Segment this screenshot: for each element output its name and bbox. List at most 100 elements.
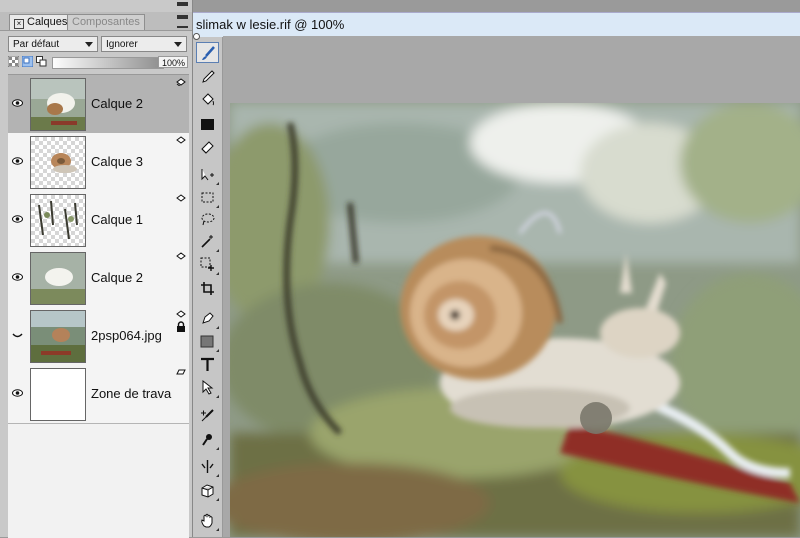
chevron-down-icon bbox=[174, 42, 182, 47]
dropper-tool[interactable] bbox=[196, 66, 219, 87]
layer-type-icon bbox=[176, 78, 186, 86]
layer-row[interactable]: Calque 2 bbox=[8, 249, 189, 308]
magic-wand-icon bbox=[201, 235, 213, 248]
layer-name: Zone de trava bbox=[91, 386, 172, 401]
paint-bucket-tool[interactable] bbox=[196, 90, 219, 111]
layer-type-icon bbox=[176, 136, 186, 144]
divine-proportion-tool[interactable] bbox=[196, 480, 219, 501]
submenu-indicator bbox=[216, 528, 219, 531]
layer-name: Calque 2 bbox=[91, 270, 144, 285]
layer-name: Calque 1 bbox=[91, 212, 144, 227]
mirror-icon bbox=[201, 460, 214, 473]
layer-thumbnail bbox=[30, 78, 86, 131]
crop-icon bbox=[201, 282, 214, 295]
layer-row[interactable]: 2psp064.jpg bbox=[8, 307, 189, 366]
image-layer-icon bbox=[176, 310, 186, 318]
layer-thumbnail bbox=[30, 368, 86, 421]
tab-layers-label: Calques bbox=[27, 16, 68, 28]
opacity-slider[interactable] bbox=[52, 57, 164, 69]
layers-panel: × Calques Composantes Par défaut Ignorer … bbox=[0, 0, 193, 538]
layer-thumbnail bbox=[30, 136, 86, 189]
lock-layer-icon[interactable] bbox=[36, 56, 47, 67]
panel-menu-icon[interactable] bbox=[177, 15, 188, 28]
magic-wand-tool[interactable] bbox=[196, 231, 219, 252]
layer-thumbnail bbox=[30, 252, 86, 305]
layer-thumbnail bbox=[30, 310, 86, 363]
cloner-tool[interactable] bbox=[196, 406, 219, 427]
submenu-indicator bbox=[216, 395, 219, 398]
submenu-indicator bbox=[216, 474, 219, 477]
painting-image bbox=[230, 103, 800, 537]
eraser-tool[interactable] bbox=[196, 136, 219, 157]
tab-layers[interactable]: × Calques bbox=[9, 14, 73, 30]
mirror-tool[interactable] bbox=[196, 456, 219, 477]
text-icon bbox=[201, 357, 214, 371]
eye-icon[interactable] bbox=[12, 215, 23, 223]
submenu-indicator bbox=[216, 182, 219, 185]
shape-tool[interactable] bbox=[196, 331, 219, 352]
rect-select-tool[interactable] bbox=[196, 187, 219, 208]
composite-method-select[interactable]: Ignorer bbox=[101, 36, 187, 52]
composite-method-value: Ignorer bbox=[106, 39, 138, 50]
submenu-indicator bbox=[216, 326, 219, 329]
pen-icon bbox=[202, 312, 214, 324]
eye-closed-icon[interactable] bbox=[12, 331, 23, 339]
tab-components-label: Composantes bbox=[72, 16, 140, 28]
lasso-icon bbox=[201, 213, 215, 226]
selector-tool[interactable] bbox=[196, 377, 219, 398]
square-icon bbox=[201, 119, 214, 130]
rect-select-icon bbox=[201, 192, 214, 203]
tab-components[interactable]: Composantes bbox=[67, 14, 145, 30]
text-tool[interactable] bbox=[196, 354, 219, 375]
eraser-icon bbox=[201, 141, 214, 154]
blend-mode-value: Par défaut bbox=[13, 39, 60, 50]
move-icon bbox=[201, 169, 214, 181]
rubber-stamp-tool[interactable] bbox=[196, 429, 219, 450]
eye-icon[interactable] bbox=[12, 273, 23, 281]
cube-icon bbox=[201, 484, 214, 498]
painting-canvas[interactable] bbox=[230, 103, 800, 537]
opacity-row: 100% bbox=[8, 56, 188, 70]
submenu-indicator bbox=[216, 272, 219, 275]
layer-row[interactable]: Calque 1 bbox=[8, 191, 189, 250]
brush-tool[interactable] bbox=[196, 42, 219, 63]
eye-icon[interactable] bbox=[12, 157, 23, 165]
document-title-bar[interactable]: slimak w lesie.rif @ 100% bbox=[193, 12, 800, 40]
grabber-tool[interactable] bbox=[196, 510, 219, 531]
document-title: slimak w lesie.rif @ 100% bbox=[196, 17, 345, 32]
opacity-value[interactable]: 100% bbox=[158, 56, 188, 68]
fill-rect-tool[interactable] bbox=[196, 114, 219, 135]
layer-row[interactable]: Calque 2 bbox=[8, 75, 189, 134]
document-close-icon[interactable] bbox=[193, 33, 200, 40]
stamp-icon bbox=[202, 434, 212, 446]
layer-type-icon bbox=[176, 194, 186, 202]
lock-icon bbox=[177, 321, 185, 332]
paint-bucket-icon bbox=[202, 93, 214, 106]
eye-icon[interactable] bbox=[12, 99, 23, 107]
toolbox bbox=[193, 32, 223, 537]
panel-tabbar: × Calques Composantes bbox=[0, 12, 192, 31]
transform-tool[interactable] bbox=[196, 254, 219, 275]
eye-icon[interactable] bbox=[12, 389, 23, 397]
crop-tool[interactable] bbox=[196, 278, 219, 299]
submenu-indicator bbox=[216, 447, 219, 450]
hand-icon bbox=[201, 513, 213, 528]
submenu-indicator bbox=[216, 498, 219, 501]
pen-tool[interactable] bbox=[196, 308, 219, 329]
layer-name: Calque 3 bbox=[91, 154, 144, 169]
dropper-icon bbox=[202, 70, 215, 83]
submenu-indicator bbox=[216, 205, 219, 208]
submenu-indicator bbox=[216, 249, 219, 252]
preserve-transparency-icon[interactable] bbox=[8, 56, 19, 67]
document-tab-strip bbox=[193, 0, 800, 12]
layer-name: Calque 2 bbox=[91, 96, 144, 111]
layer-adjuster-tool[interactable] bbox=[196, 164, 219, 185]
lasso-tool[interactable] bbox=[196, 209, 219, 230]
close-icon[interactable]: × bbox=[14, 19, 24, 29]
layer-list: Calque 2 Calque 3 Calque 1 Calque 2 2psp… bbox=[8, 74, 189, 538]
layer-row[interactable]: Zone de trava bbox=[8, 365, 189, 424]
layer-row[interactable]: Calque 3 bbox=[8, 133, 189, 192]
pick-up-underlying-color-icon[interactable] bbox=[22, 56, 33, 67]
paper-layer-icon bbox=[176, 369, 186, 375]
blend-mode-select[interactable]: Par défaut bbox=[8, 36, 98, 52]
